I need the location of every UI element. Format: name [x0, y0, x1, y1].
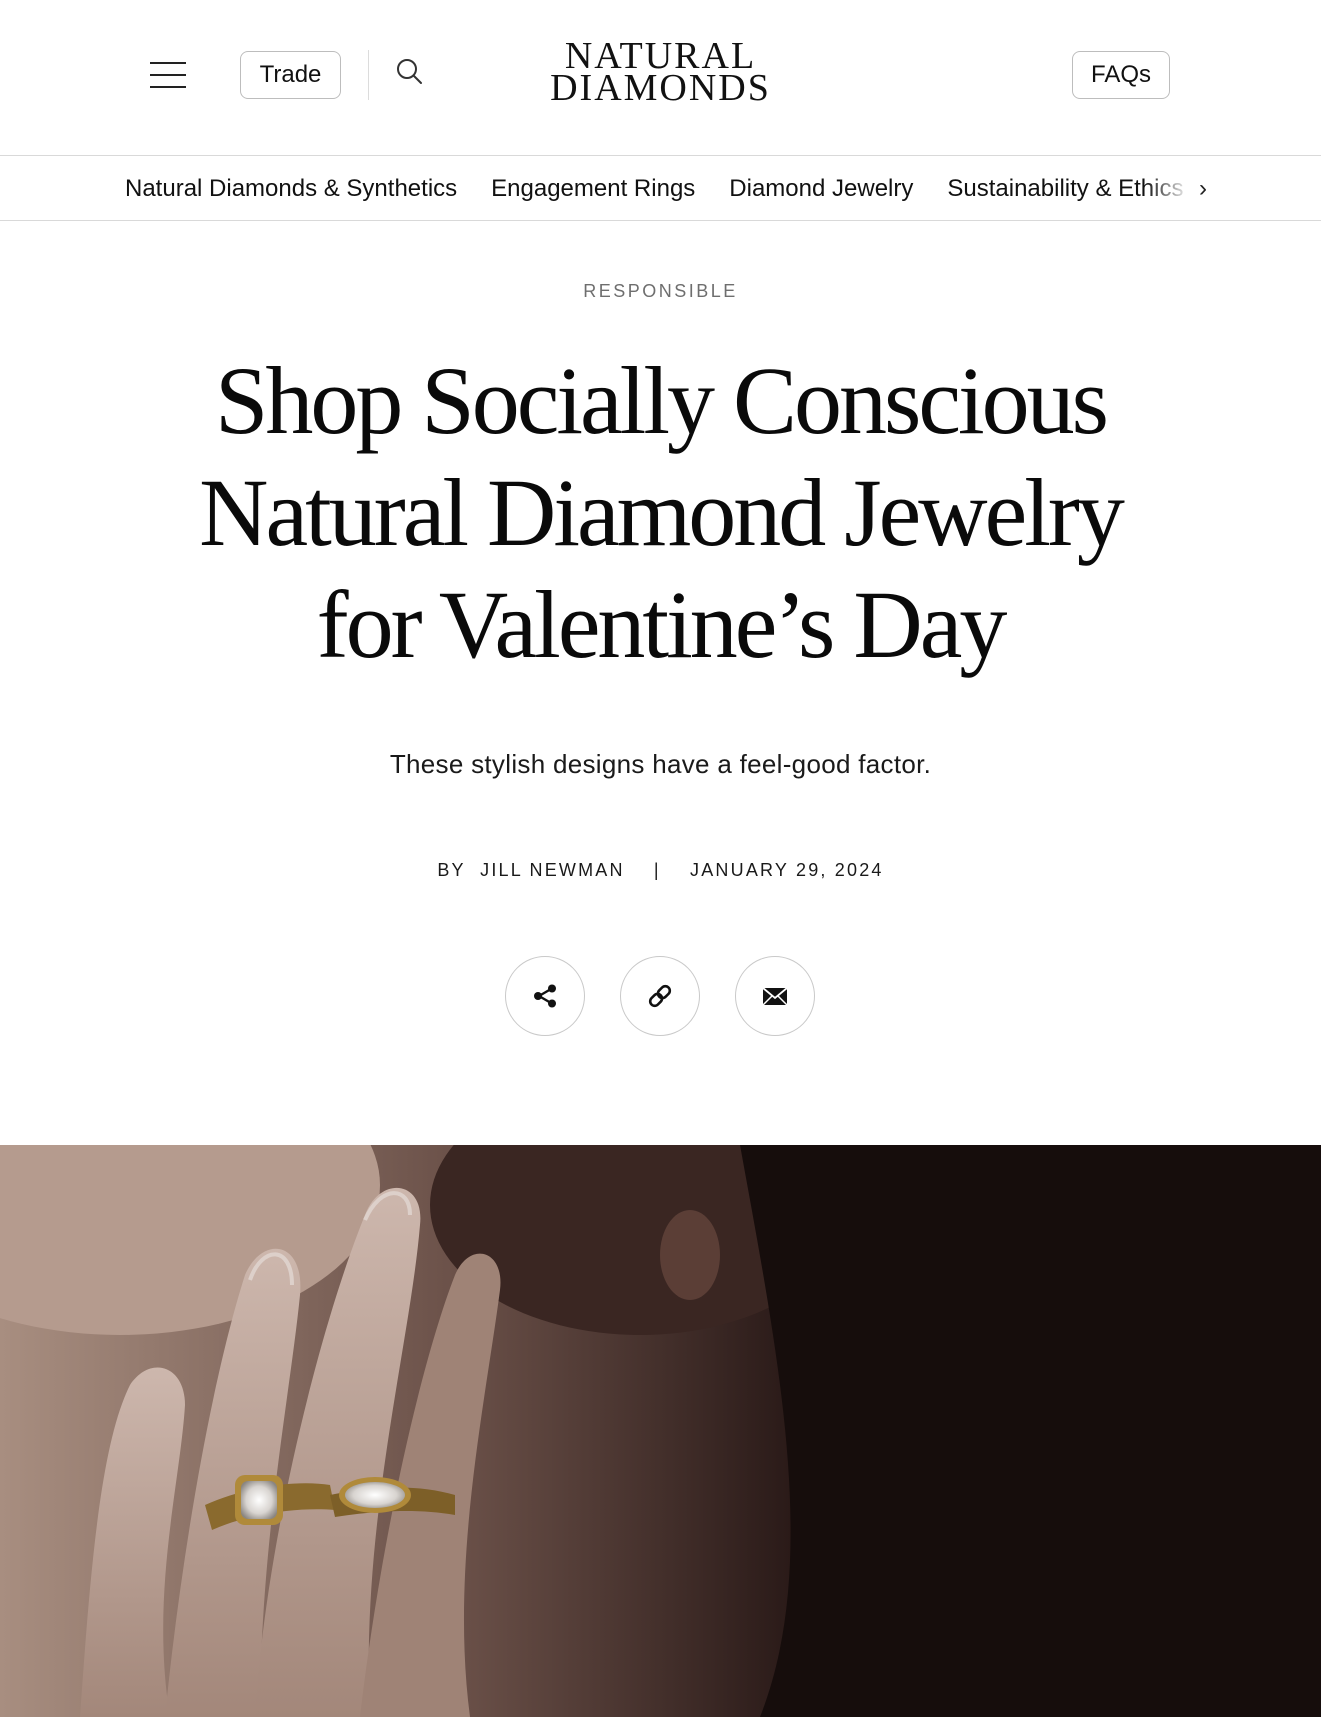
site-logo[interactable]: NATURAL DIAMONDS	[500, 37, 821, 109]
category-nav-item-synthetics[interactable]: Natural Diamonds & Synthetics	[125, 175, 457, 203]
category-nav: Natural Diamonds & Synthetics Engagement…	[0, 157, 1321, 221]
menu-icon-bar	[150, 62, 186, 64]
copy-link-button[interactable]	[620, 956, 700, 1036]
hero-photo-illustration	[0, 1145, 1321, 1717]
article-category-label[interactable]: RESPONSIBLE	[0, 281, 1321, 302]
byline-prefix: BY	[437, 860, 466, 880]
article-byline: BY JILL NEWMAN | JANUARY 29, 2024	[0, 860, 1321, 881]
author-name[interactable]: JILL NEWMAN	[480, 860, 625, 880]
category-nav-item-engagement-rings[interactable]: Engagement Rings	[491, 175, 695, 203]
byline-separator: |	[653, 860, 661, 880]
email-button[interactable]	[735, 956, 815, 1036]
share-buttons	[0, 956, 1321, 1038]
category-nav-item-diamond-jewelry[interactable]: Diamond Jewelry	[729, 175, 913, 203]
headline-line: Natural Diamond Jewelry	[199, 459, 1125, 566]
share-icon	[534, 984, 556, 1008]
email-icon	[762, 987, 788, 1006]
headline-line: for Valentine’s Day	[316, 571, 1008, 678]
hamburger-menu-button[interactable]	[146, 56, 190, 94]
faq-button[interactable]: FAQs	[1072, 51, 1170, 99]
site-header: Trade NATURAL DIAMONDS FAQs	[0, 0, 1321, 156]
search-icon	[397, 59, 422, 84]
search-button[interactable]	[394, 56, 426, 88]
publish-date: JANUARY 29, 2024	[690, 860, 884, 880]
logo-line-2: DIAMONDS	[550, 67, 771, 109]
hero-image	[0, 1145, 1321, 1717]
article-subtitle: These stylish designs have a feel-good f…	[389, 749, 932, 779]
article-headline: Shop Socially Conscious Natural Diamond …	[160, 345, 1161, 681]
link-icon	[648, 984, 672, 1008]
header-divider	[368, 50, 369, 100]
share-button[interactable]	[505, 956, 585, 1036]
chevron-right-icon[interactable]: ›	[1193, 175, 1213, 203]
category-nav-scroller: Natural Diamonds & Synthetics Engagement…	[125, 157, 1205, 220]
menu-icon-bar	[150, 74, 186, 76]
menu-icon-bar	[150, 86, 186, 88]
headline-line: Shop Socially Conscious	[214, 347, 1109, 454]
trade-button[interactable]: Trade	[240, 51, 341, 99]
